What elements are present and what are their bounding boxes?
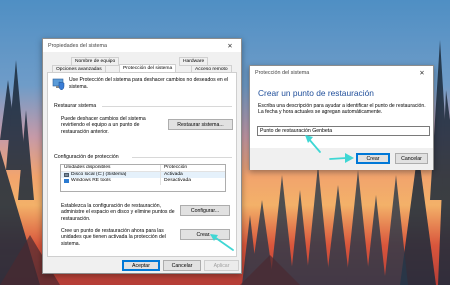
shield-computer-icon bbox=[52, 78, 65, 90]
restore-system-button[interactable]: Restaurar sistema... bbox=[168, 119, 233, 130]
protection-status: Desactivada bbox=[164, 178, 191, 184]
dialog-heading: Crear un punto de restauración bbox=[258, 88, 374, 98]
close-icon[interactable]: ✕ bbox=[223, 41, 237, 50]
table-header: Unidades disponibles Protección bbox=[61, 165, 225, 172]
arrow-indicator bbox=[210, 234, 234, 251]
restore-group-text: Puede deshacer cambios del sistema revir… bbox=[61, 116, 146, 135]
close-icon[interactable]: ✕ bbox=[415, 68, 429, 77]
group-divider bbox=[132, 157, 232, 158]
dialog-description: Escriba una descripción para ayudar a id… bbox=[258, 103, 426, 116]
restore-point-name-input[interactable]: Punto de restauración Genbeta bbox=[257, 126, 430, 136]
drive-name: Disco local (C:) (Sistema) bbox=[71, 171, 127, 177]
drive-icon bbox=[64, 172, 69, 177]
intro-text: Use Protección del sistema para deshacer… bbox=[69, 77, 229, 90]
create-text: Cree un punto de restauración ahora para… bbox=[61, 228, 166, 247]
arrow-indicator bbox=[329, 153, 354, 163]
group-divider bbox=[102, 106, 232, 107]
column-header-protection[interactable]: Protección bbox=[161, 165, 225, 171]
restore-group-title: Restaurar sistema bbox=[54, 103, 97, 109]
drive-name: Windows RE tools bbox=[71, 178, 111, 184]
table-row[interactable]: Windows RE tools Desactivada bbox=[61, 178, 225, 185]
table-row[interactable]: Disco local (C:) (Sistema) Activada bbox=[61, 171, 225, 179]
config-text: Establezca la configuración de restaurac… bbox=[61, 203, 175, 222]
windows-drive-icon bbox=[64, 179, 69, 184]
arrow-indicator bbox=[305, 135, 321, 153]
config-group-title: Configuración de protección bbox=[54, 154, 119, 160]
create-restore-point-button[interactable]: Crear bbox=[356, 153, 390, 164]
column-header-drives[interactable]: Unidades disponibles bbox=[61, 165, 161, 171]
apply-button[interactable]: Aplicar bbox=[204, 260, 239, 271]
cancel-button[interactable]: Cancelar bbox=[163, 260, 201, 271]
tab-strip: Nombre de equipo Hardware Opciones avanz… bbox=[43, 52, 241, 74]
configure-button[interactable]: Configurar... bbox=[180, 205, 230, 216]
window-title: Propiedades del sistema bbox=[48, 42, 108, 49]
dialog-cancel-button[interactable]: Cancelar bbox=[395, 153, 428, 164]
dialog-titlebar: Protección del sistema ✕ bbox=[250, 66, 433, 79]
system-properties-titlebar: Propiedades del sistema ✕ bbox=[43, 39, 241, 52]
drives-table: Unidades disponibles Protección Disco lo… bbox=[60, 164, 226, 192]
dialog-title: Protección del sistema bbox=[255, 69, 310, 76]
ok-button[interactable]: Aceptar bbox=[122, 260, 160, 271]
